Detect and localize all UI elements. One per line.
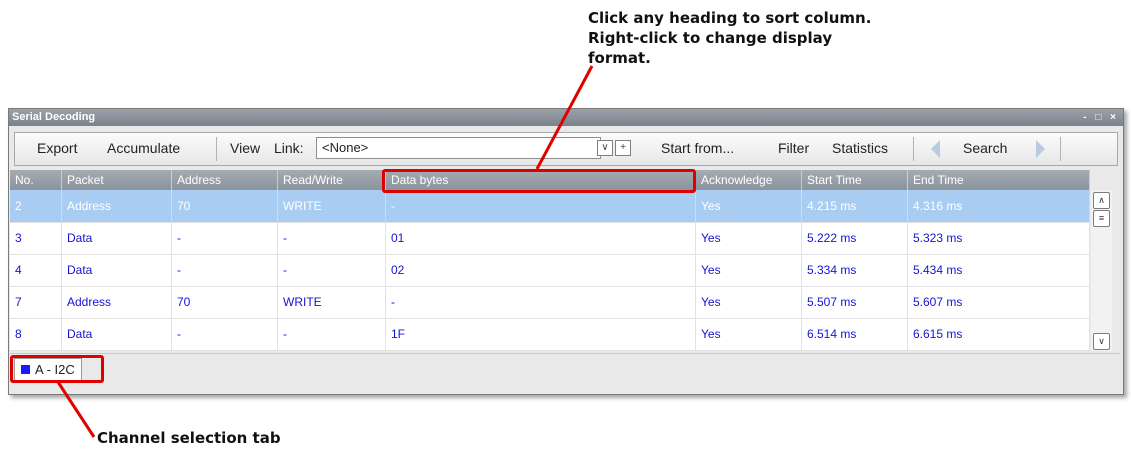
cell-read-write: WRITE xyxy=(278,286,386,318)
table-row[interactable]: 4 Data - - 02 Yes 5.334 ms 5.434 ms xyxy=(10,254,1090,287)
link-label: Link: xyxy=(274,140,304,156)
decoding-table: No. Packet Address Read/Write Data bytes… xyxy=(10,170,1090,351)
cell-address: - xyxy=(172,222,278,254)
window-title: Serial Decoding xyxy=(12,111,96,123)
cell-end-time: 5.323 ms xyxy=(908,222,1090,254)
cell-start-time: 4.215 ms xyxy=(802,190,908,222)
cell-end-time: 5.434 ms xyxy=(908,254,1090,286)
cell-read-write: - xyxy=(278,254,386,286)
column-header-read-write[interactable]: Read/Write xyxy=(278,170,386,190)
table-row[interactable]: 8 Data - - 1F Yes 6.514 ms 6.615 ms xyxy=(10,318,1090,351)
cell-end-time: 4.316 ms xyxy=(908,190,1090,222)
cell-data-bytes: - xyxy=(386,286,696,318)
cell-data-bytes: 02 xyxy=(386,254,696,286)
cell-acknowledge: Yes xyxy=(696,190,802,222)
toolbar-separator xyxy=(216,137,217,161)
column-header-data-bytes[interactable]: Data bytes xyxy=(386,170,696,190)
cell-start-time: 5.507 ms xyxy=(802,286,908,318)
cell-end-time: 6.615 ms xyxy=(908,318,1090,350)
search-previous-icon[interactable] xyxy=(931,140,940,158)
cell-packet: Address xyxy=(62,286,172,318)
statistics-button[interactable]: Statistics xyxy=(832,140,888,156)
cell-start-time: 5.334 ms xyxy=(802,254,908,286)
sort-hint-callout: Click any heading to sort column. Right-… xyxy=(588,9,872,67)
accumulate-button[interactable]: Accumulate xyxy=(107,140,180,156)
cell-packet: Address xyxy=(62,190,172,222)
scroll-thumb-icon[interactable]: ≡ xyxy=(1093,210,1110,227)
scroll-up-icon[interactable]: ∧ xyxy=(1093,192,1110,209)
cell-data-bytes: 1F xyxy=(386,318,696,350)
link-select[interactable]: <None> xyxy=(316,137,601,159)
view-button[interactable]: View xyxy=(230,140,260,156)
cell-read-write: - xyxy=(278,318,386,350)
cell-start-time: 5.222 ms xyxy=(802,222,908,254)
cell-packet: Data xyxy=(62,254,172,286)
search-next-icon[interactable] xyxy=(1036,140,1045,158)
cell-address: - xyxy=(172,318,278,350)
export-button[interactable]: Export xyxy=(37,140,77,156)
cell-acknowledge: Yes xyxy=(696,286,802,318)
search-button[interactable]: Search xyxy=(963,140,1007,156)
channel-tab-label: A - I2C xyxy=(35,362,75,377)
toolbar-separator xyxy=(1060,137,1061,161)
toolbar-separator xyxy=(913,137,914,161)
cell-no: 3 xyxy=(10,222,62,254)
cell-address: - xyxy=(172,254,278,286)
column-header-address[interactable]: Address xyxy=(172,170,278,190)
chevron-down-icon[interactable]: ∨ xyxy=(597,140,613,156)
cell-read-write: WRITE xyxy=(278,190,386,222)
column-header-start-time[interactable]: Start Time xyxy=(802,170,908,190)
table-row[interactable]: 2 Address 70 WRITE - Yes 4.215 ms 4.316 … xyxy=(10,190,1090,223)
vertical-scrollbar[interactable]: ∧ ≡ ∨ xyxy=(1091,190,1112,351)
cell-read-write: - xyxy=(278,222,386,254)
column-header-no[interactable]: No. xyxy=(10,170,62,190)
channel-color-swatch xyxy=(21,365,30,374)
cell-acknowledge: Yes xyxy=(696,222,802,254)
cell-acknowledge: Yes xyxy=(696,254,802,286)
window-controls[interactable]: - □ × xyxy=(1083,109,1119,126)
table-row[interactable]: 7 Address 70 WRITE - Yes 5.507 ms 5.607 … xyxy=(10,286,1090,319)
toolbar: Export Accumulate View Link: <None> ∨ + … xyxy=(14,132,1118,166)
column-header-acknowledge[interactable]: Acknowledge xyxy=(696,170,802,190)
cell-no: 4 xyxy=(10,254,62,286)
cell-packet: Data xyxy=(62,222,172,254)
scroll-down-icon[interactable]: ∨ xyxy=(1093,333,1110,350)
filter-button[interactable]: Filter xyxy=(778,140,809,156)
cell-start-time: 6.514 ms xyxy=(802,318,908,350)
serial-decoding-window: Serial Decoding - □ × Export Accumulate … xyxy=(8,108,1124,395)
start-from-button[interactable]: Start from... xyxy=(661,140,734,156)
channel-tab[interactable]: A - I2C xyxy=(14,358,82,381)
cell-no: 7 xyxy=(10,286,62,318)
channel-hint-callout: Channel selection tab xyxy=(97,429,281,447)
cell-data-bytes: - xyxy=(386,190,696,222)
column-header-packet[interactable]: Packet xyxy=(62,170,172,190)
column-header-end-time[interactable]: End Time xyxy=(908,170,1090,190)
cell-end-time: 5.607 ms xyxy=(908,286,1090,318)
cell-no: 8 xyxy=(10,318,62,350)
plus-icon[interactable]: + xyxy=(615,140,631,156)
table-header: No. Packet Address Read/Write Data bytes… xyxy=(10,170,1090,190)
cell-no: 2 xyxy=(10,190,62,222)
channel-bar: A - I2C xyxy=(10,353,1120,384)
cell-address: 70 xyxy=(172,190,278,222)
cell-acknowledge: Yes xyxy=(696,318,802,350)
window-titlebar: Serial Decoding - □ × xyxy=(9,109,1123,126)
cell-packet: Data xyxy=(62,318,172,350)
cell-address: 70 xyxy=(172,286,278,318)
cell-data-bytes: 01 xyxy=(386,222,696,254)
table-row[interactable]: 3 Data - - 01 Yes 5.222 ms 5.323 ms xyxy=(10,222,1090,255)
